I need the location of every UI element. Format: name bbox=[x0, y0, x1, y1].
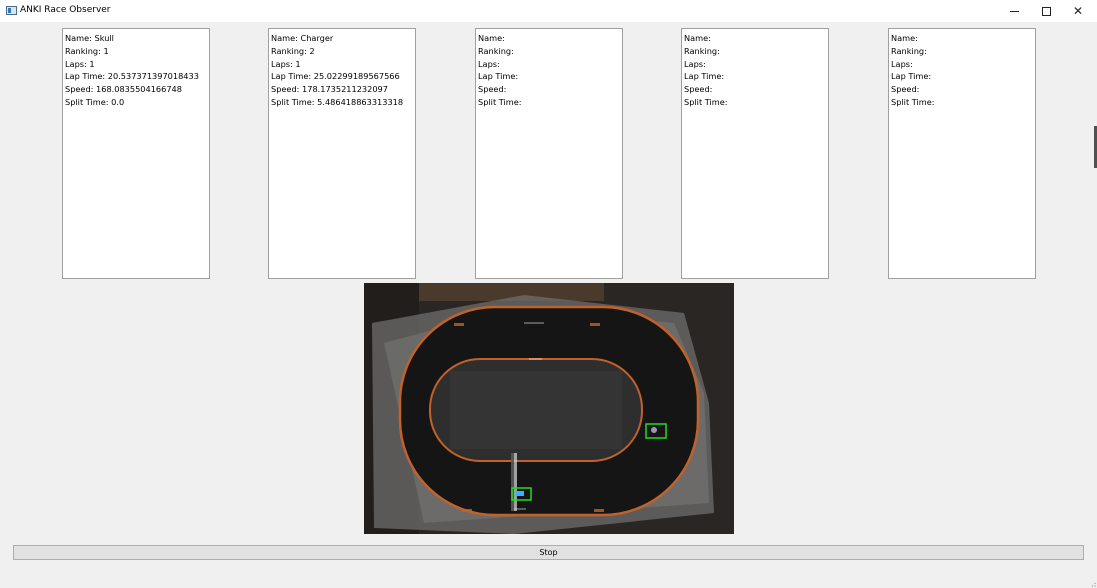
car-laps: Laps: bbox=[478, 58, 500, 69]
stop-button-label: Stop bbox=[539, 548, 558, 557]
car-lap-time: Lap Time: 25.02299189567566 bbox=[271, 71, 400, 82]
car-ranking: Ranking: 2 bbox=[271, 45, 315, 56]
car-speed: Speed: bbox=[684, 84, 713, 95]
car-speed: Speed: bbox=[478, 84, 507, 95]
stop-button[interactable]: Stop bbox=[13, 545, 1084, 560]
car-lap-time: Lap Time: bbox=[478, 71, 519, 82]
car-name: Name: Charger bbox=[271, 33, 334, 43]
car-name: Name: bbox=[891, 33, 918, 43]
car-name: Name: bbox=[478, 33, 505, 43]
maximize-button[interactable] bbox=[1030, 0, 1062, 22]
title-bar: ANKI Race Observer ✕ bbox=[0, 0, 1097, 22]
car-info-panel-2: Name: Charger Ranking: 2 Laps: 1 Lap Tim… bbox=[268, 28, 416, 279]
car-name: Name: Skull bbox=[65, 33, 114, 43]
car-speed: Speed: bbox=[891, 84, 920, 95]
size-grip-icon[interactable] bbox=[1088, 580, 1096, 587]
close-button[interactable]: ✕ bbox=[1062, 0, 1094, 22]
car-ranking: Ranking: 1 bbox=[65, 45, 109, 56]
car-lap-time: Lap Time: bbox=[684, 71, 725, 82]
car-laps: Laps: 1 bbox=[271, 58, 301, 69]
car-lap-time: Lap Time: bbox=[891, 71, 932, 82]
race-track-camera-feed bbox=[364, 283, 734, 534]
car-laps: Laps: 1 bbox=[65, 58, 95, 69]
car-lap-time: Lap Time: 20.537371397018433 bbox=[65, 71, 199, 82]
car-split-time: Split Time: bbox=[478, 96, 522, 107]
maximize-icon bbox=[1041, 6, 1051, 16]
app-window-icon bbox=[6, 6, 17, 15]
car-laps: Laps: bbox=[891, 58, 913, 69]
minimize-button[interactable] bbox=[998, 0, 1030, 22]
car-info-panel-1: Name: Skull Ranking: 1 Laps: 1 Lap Time:… bbox=[62, 28, 210, 279]
car-ranking: Ranking: bbox=[478, 45, 514, 56]
car-split-time: Split Time: 5.486418863313318 bbox=[271, 96, 404, 107]
window-title: ANKI Race Observer bbox=[20, 5, 111, 15]
car-info-panel-5: Name: Ranking: Laps: Lap Time: Speed: Sp… bbox=[888, 28, 1036, 279]
car-laps: Laps: bbox=[684, 58, 706, 69]
car-speed: Speed: 178.1735211232097 bbox=[271, 84, 388, 95]
car-info-panel-3: Name: Ranking: Laps: Lap Time: Speed: Sp… bbox=[475, 28, 623, 279]
close-icon: ✕ bbox=[1072, 4, 1084, 18]
car-split-time: Split Time: 0.0 bbox=[65, 96, 125, 107]
car-split-time: Split Time: bbox=[891, 96, 935, 107]
car-info-panel-4: Name: Ranking: Laps: Lap Time: Speed: Sp… bbox=[681, 28, 829, 279]
car-split-time: Split Time: bbox=[684, 96, 728, 107]
car-ranking: Ranking: bbox=[891, 45, 927, 56]
minimize-icon bbox=[1009, 10, 1019, 12]
car-ranking: Ranking: bbox=[684, 45, 720, 56]
car-speed: Speed: 168.0835504166748 bbox=[65, 84, 182, 95]
car-name: Name: bbox=[684, 33, 711, 43]
track-image bbox=[364, 283, 734, 534]
